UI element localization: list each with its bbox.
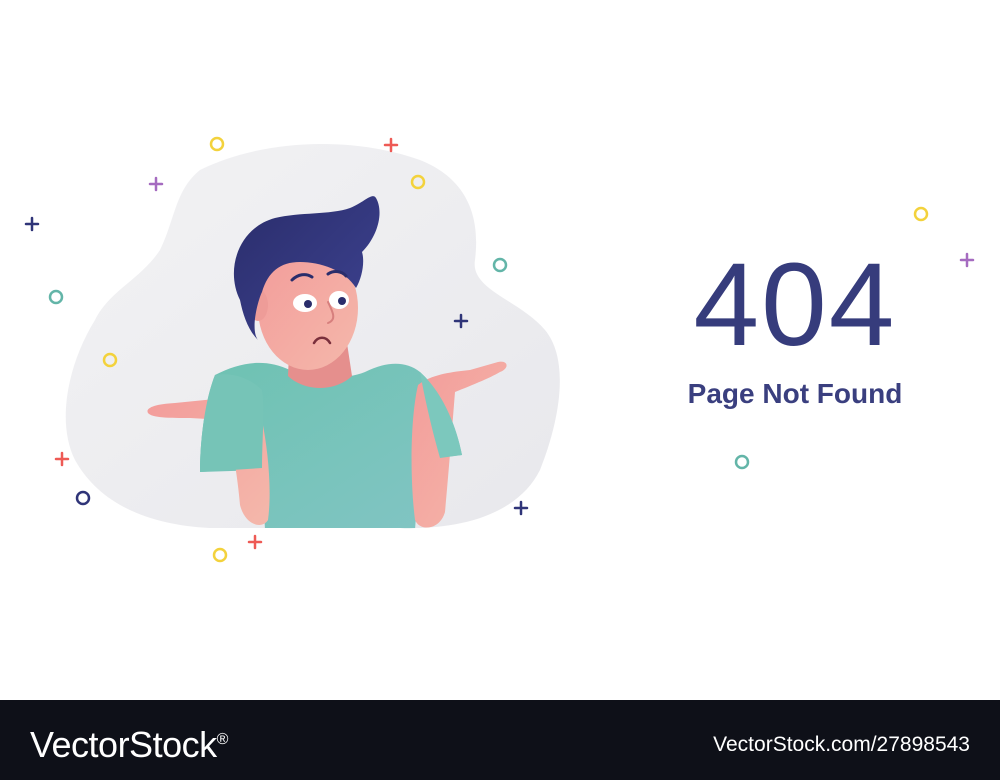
ring-icon [48,289,64,305]
footer-logo-text: VectorStock [30,724,217,765]
ring-icon [209,136,225,152]
ring-icon [913,206,929,222]
footer-logo: VectorStock® [30,718,228,767]
plus-icon [959,252,975,268]
plus-icon [24,216,40,232]
footer-image-id: VectorStock.com/27898543 [713,733,970,756]
error-page: 404 Page Not Found [0,0,1000,700]
ring-icon [212,547,228,563]
error-message: 404 Page Not Found [640,245,950,411]
ring-icon [492,257,508,273]
plus-icon [247,534,263,550]
error-code: 404 [693,239,897,371]
plus-icon [148,176,164,192]
error-text: Page Not Found [687,378,903,409]
plus-icon [54,451,70,467]
ring-icon [75,490,91,506]
registered-mark: ® [216,731,229,748]
plus-icon [513,500,529,516]
ring-icon [734,454,750,470]
footer-bar: VectorStock® VectorStock.com/27898543 [0,700,1000,780]
plus-icon [383,137,399,153]
